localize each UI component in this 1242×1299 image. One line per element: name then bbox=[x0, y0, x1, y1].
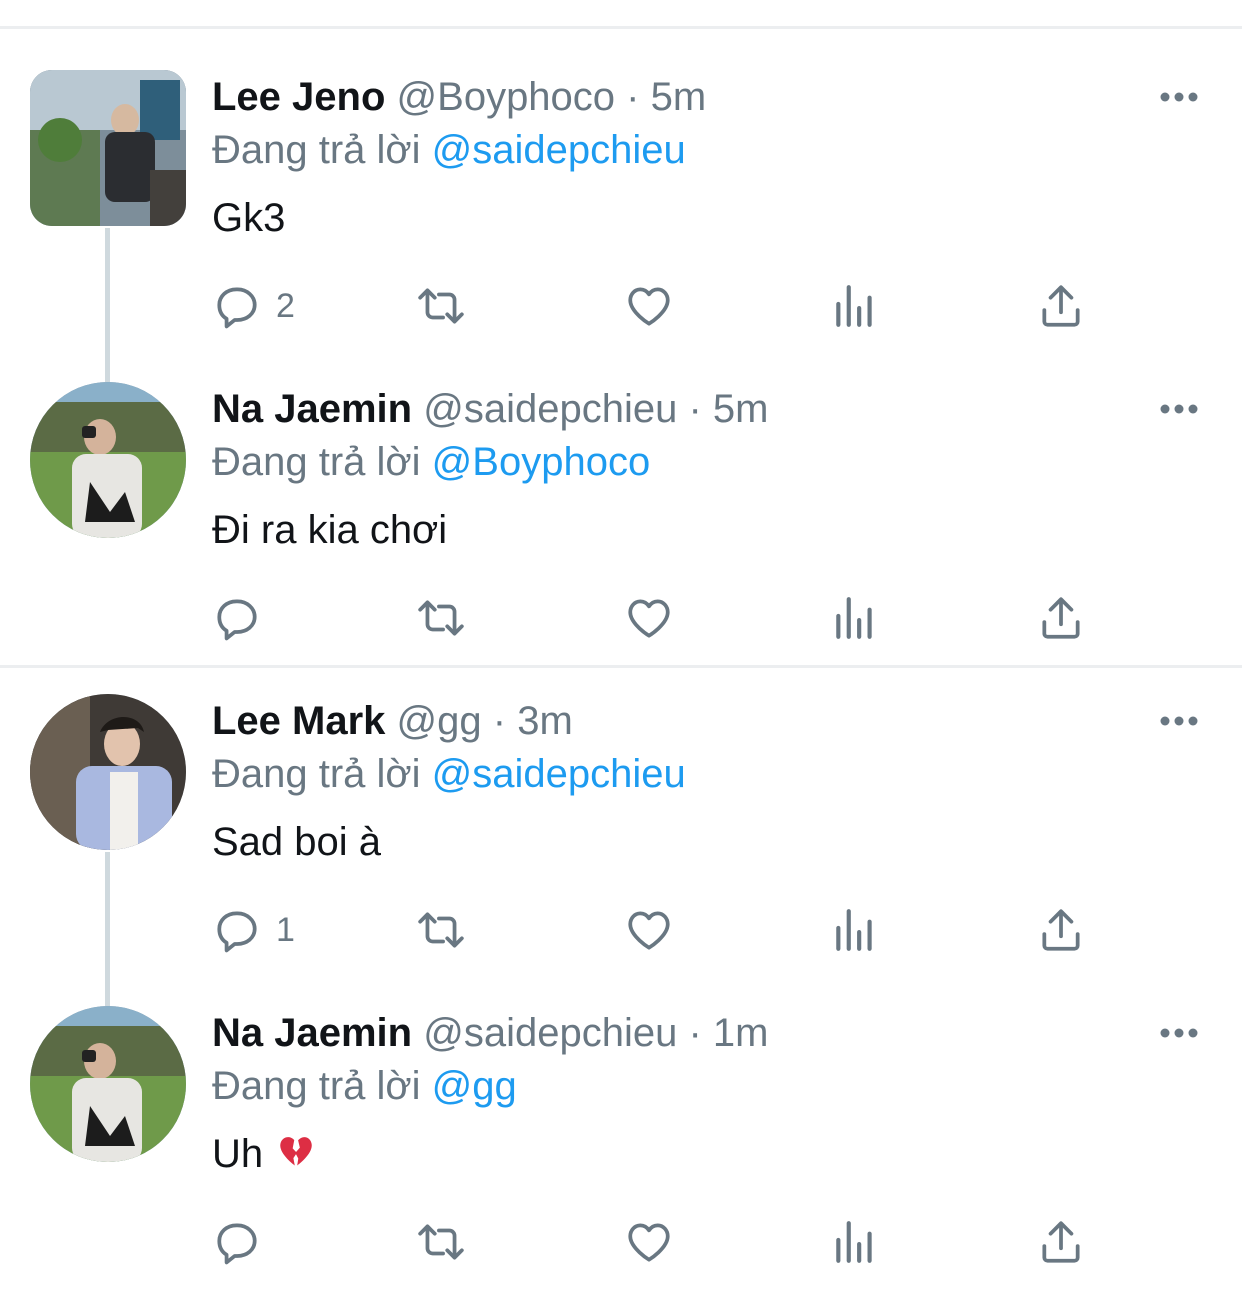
tweet-text: Gk3 bbox=[212, 196, 286, 240]
like-icon bbox=[628, 1223, 670, 1262]
timestamp[interactable]: 5m bbox=[651, 75, 707, 119]
tweet-header: Na Jaemin @saidepchieu · 5m bbox=[212, 382, 769, 436]
more-icon[interactable] bbox=[1158, 84, 1200, 110]
tweet[interactable]: Lee Jeno @Boyphoco · 5m Đang trả lời @sa… bbox=[0, 0, 1242, 329]
avatar[interactable] bbox=[30, 694, 186, 850]
replying-to-label: Đang trả lời bbox=[212, 752, 421, 796]
tweet-header: Na Jaemin @saidepchieu · 1m bbox=[212, 1006, 769, 1060]
more-icon[interactable] bbox=[1158, 396, 1200, 422]
separator-dot: · bbox=[626, 75, 640, 119]
user-handle[interactable]: @saidepchieu bbox=[423, 1011, 677, 1055]
views-icon bbox=[836, 1221, 872, 1263]
replying-to-label: Đang trả lời bbox=[212, 440, 421, 484]
separator-dot: · bbox=[688, 387, 702, 431]
tweet[interactable]: Na Jaemin @saidepchieu · 1m Đang trả lời… bbox=[0, 936, 1242, 1265]
reply-icon bbox=[217, 1223, 257, 1265]
tweet-text-content: Uh bbox=[212, 1132, 264, 1176]
tweet[interactable]: Na Jaemin @saidepchieu · 5m Đang trả lời… bbox=[0, 312, 1242, 641]
broken-heart-icon bbox=[280, 1137, 312, 1166]
replying-to: Đang trả lời @saidepchieu bbox=[212, 748, 686, 800]
user-handle[interactable]: @saidepchieu bbox=[423, 387, 677, 431]
replying-to-link[interactable]: @Boyphoco bbox=[432, 440, 651, 484]
share-button[interactable] bbox=[1036, 1214, 1086, 1270]
display-name[interactable]: Lee Mark bbox=[212, 699, 385, 743]
retweet-button[interactable] bbox=[416, 1214, 466, 1270]
user-handle[interactable]: @Boyphoco bbox=[397, 75, 616, 119]
tweet-header: Lee Mark @gg · 3m bbox=[212, 694, 573, 748]
display-name[interactable]: Na Jaemin bbox=[212, 1011, 412, 1055]
user-handle[interactable]: @gg bbox=[397, 699, 482, 743]
timestamp[interactable]: 1m bbox=[713, 1011, 769, 1055]
more-icon[interactable] bbox=[1158, 1020, 1200, 1046]
avatar[interactable] bbox=[30, 1006, 186, 1162]
display-name[interactable]: Lee Jeno bbox=[212, 75, 385, 119]
replying-to-link[interactable]: @gg bbox=[432, 1064, 517, 1108]
avatar[interactable] bbox=[30, 70, 186, 226]
tweet-text: Uh bbox=[212, 1126, 317, 1182]
replying-to-label: Đang trả lời bbox=[212, 128, 421, 172]
views-button[interactable] bbox=[830, 1214, 880, 1270]
replying-to-label: Đang trả lời bbox=[212, 1064, 421, 1108]
separator-dot: · bbox=[492, 699, 507, 743]
more-icon[interactable] bbox=[1158, 708, 1200, 734]
tweet-header: Lee Jeno @Boyphoco · 5m bbox=[212, 70, 706, 124]
replying-to: Đang trả lời @gg bbox=[212, 1060, 517, 1112]
timestamp[interactable]: 5m bbox=[713, 387, 769, 431]
replying-to: Đang trả lời @saidepchieu bbox=[212, 124, 686, 176]
replying-to: Đang trả lời @Boyphoco bbox=[212, 436, 650, 488]
retweet-icon bbox=[418, 1224, 464, 1260]
share-icon bbox=[1042, 1221, 1080, 1263]
tweet-text: Sad boi à bbox=[212, 820, 382, 864]
display-name[interactable]: Na Jaemin bbox=[212, 387, 412, 431]
replying-to-link[interactable]: @saidepchieu bbox=[432, 752, 686, 796]
avatar[interactable] bbox=[30, 382, 186, 538]
replying-to-link[interactable]: @saidepchieu bbox=[432, 128, 686, 172]
separator-dot: · bbox=[688, 1011, 702, 1055]
timestamp[interactable]: 3m bbox=[517, 699, 573, 743]
like-button[interactable] bbox=[624, 1214, 674, 1270]
tweet-text: Đi ra kia chơi bbox=[212, 508, 448, 552]
tweet[interactable]: Lee Mark @gg · 3m Đang trả lời @saidepch… bbox=[0, 624, 1242, 953]
reply-button[interactable] bbox=[212, 1214, 276, 1270]
